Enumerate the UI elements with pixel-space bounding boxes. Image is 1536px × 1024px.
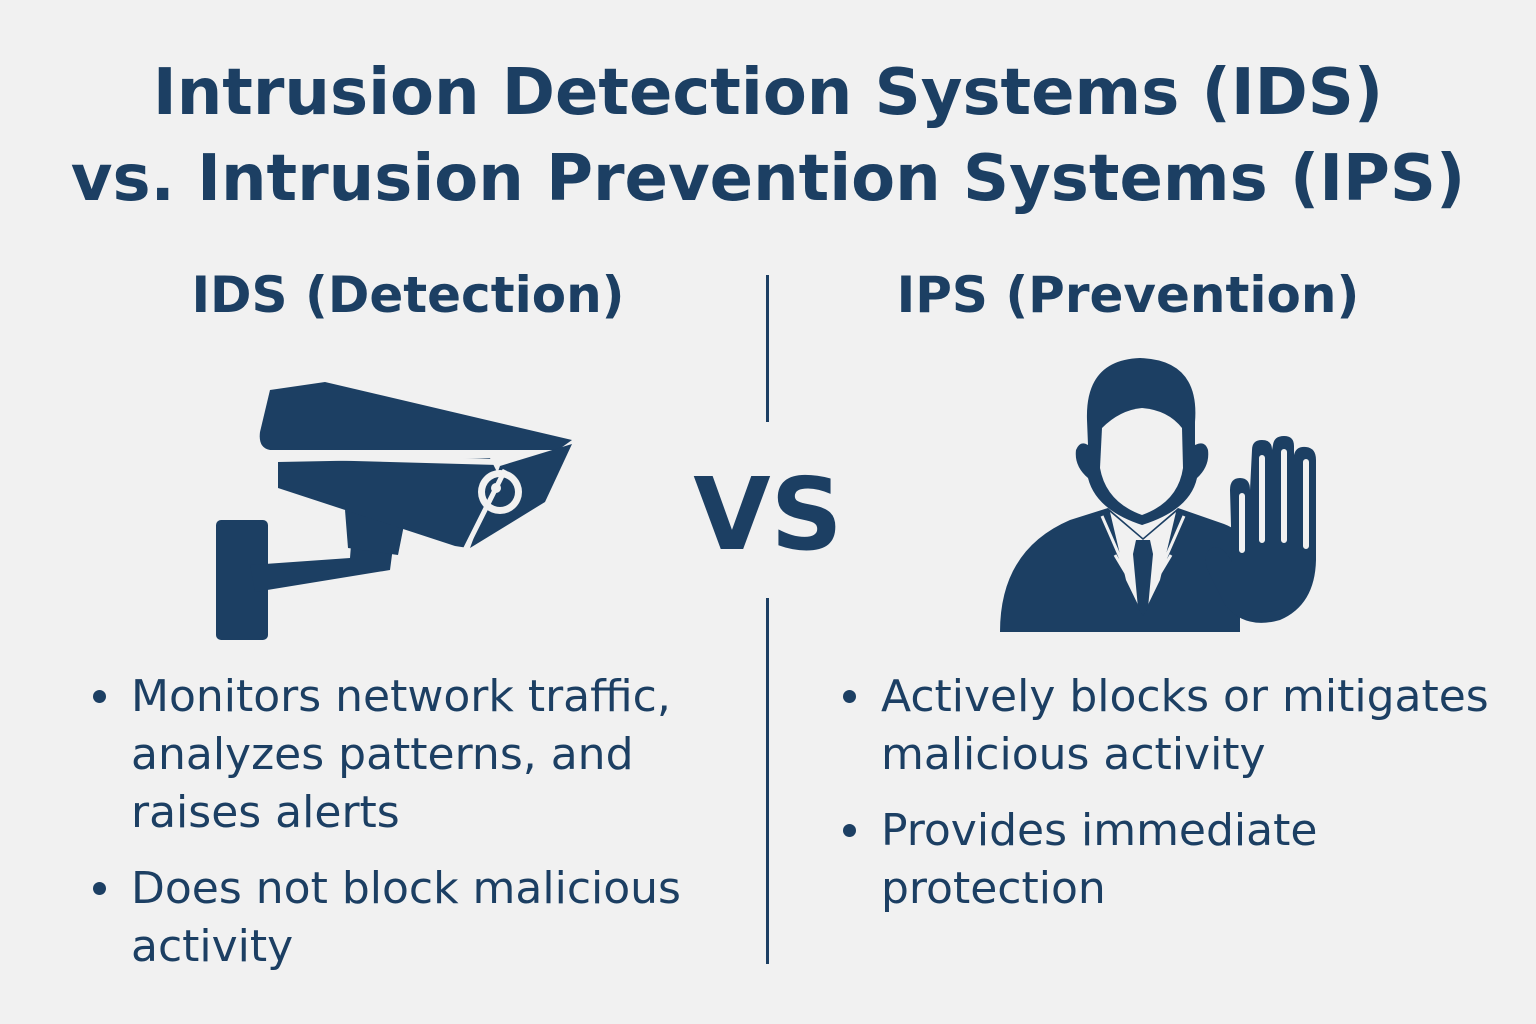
security-camera-icon xyxy=(216,382,572,640)
ips-bullet-text: Provides immediate protection xyxy=(881,805,1318,914)
page-title: Intrusion Detection Systems (IDS) vs. In… xyxy=(0,50,1536,222)
ips-bullet-list: Actively blocks or mitigates malicious a… xyxy=(843,668,1523,936)
ids-bullet-text: Does not block malicious activity xyxy=(131,863,681,972)
list-item: Monitors network traffic, analyzes patte… xyxy=(93,668,733,842)
person-stop-hand-icon xyxy=(1000,358,1316,632)
ids-heading: IDS (Detection) xyxy=(191,266,625,324)
ids-bullet-list: Monitors network traffic, analyzes patte… xyxy=(93,668,733,994)
bullet-dot xyxy=(843,824,856,837)
ips-bullet-text: Actively blocks or mitigates malicious a… xyxy=(881,671,1489,780)
list-item: Provides immediate protection xyxy=(843,802,1523,918)
bullet-dot xyxy=(93,882,106,895)
vs-label: VS xyxy=(693,456,843,573)
ips-heading: IPS (Prevention) xyxy=(896,266,1360,324)
title-line-2: vs. Intrusion Prevention Systems (IPS) xyxy=(70,142,1466,216)
list-item: Does not block malicious activity xyxy=(93,860,733,976)
divider-top xyxy=(766,275,769,422)
list-item: Actively blocks or mitigates malicious a… xyxy=(843,668,1523,784)
title-line-1: Intrusion Detection Systems (IDS) xyxy=(152,56,1384,130)
bullet-dot xyxy=(843,690,856,703)
divider-bottom xyxy=(766,598,769,964)
bullet-dot xyxy=(93,690,106,703)
ids-bullet-text: Monitors network traffic, analyzes patte… xyxy=(131,671,671,838)
